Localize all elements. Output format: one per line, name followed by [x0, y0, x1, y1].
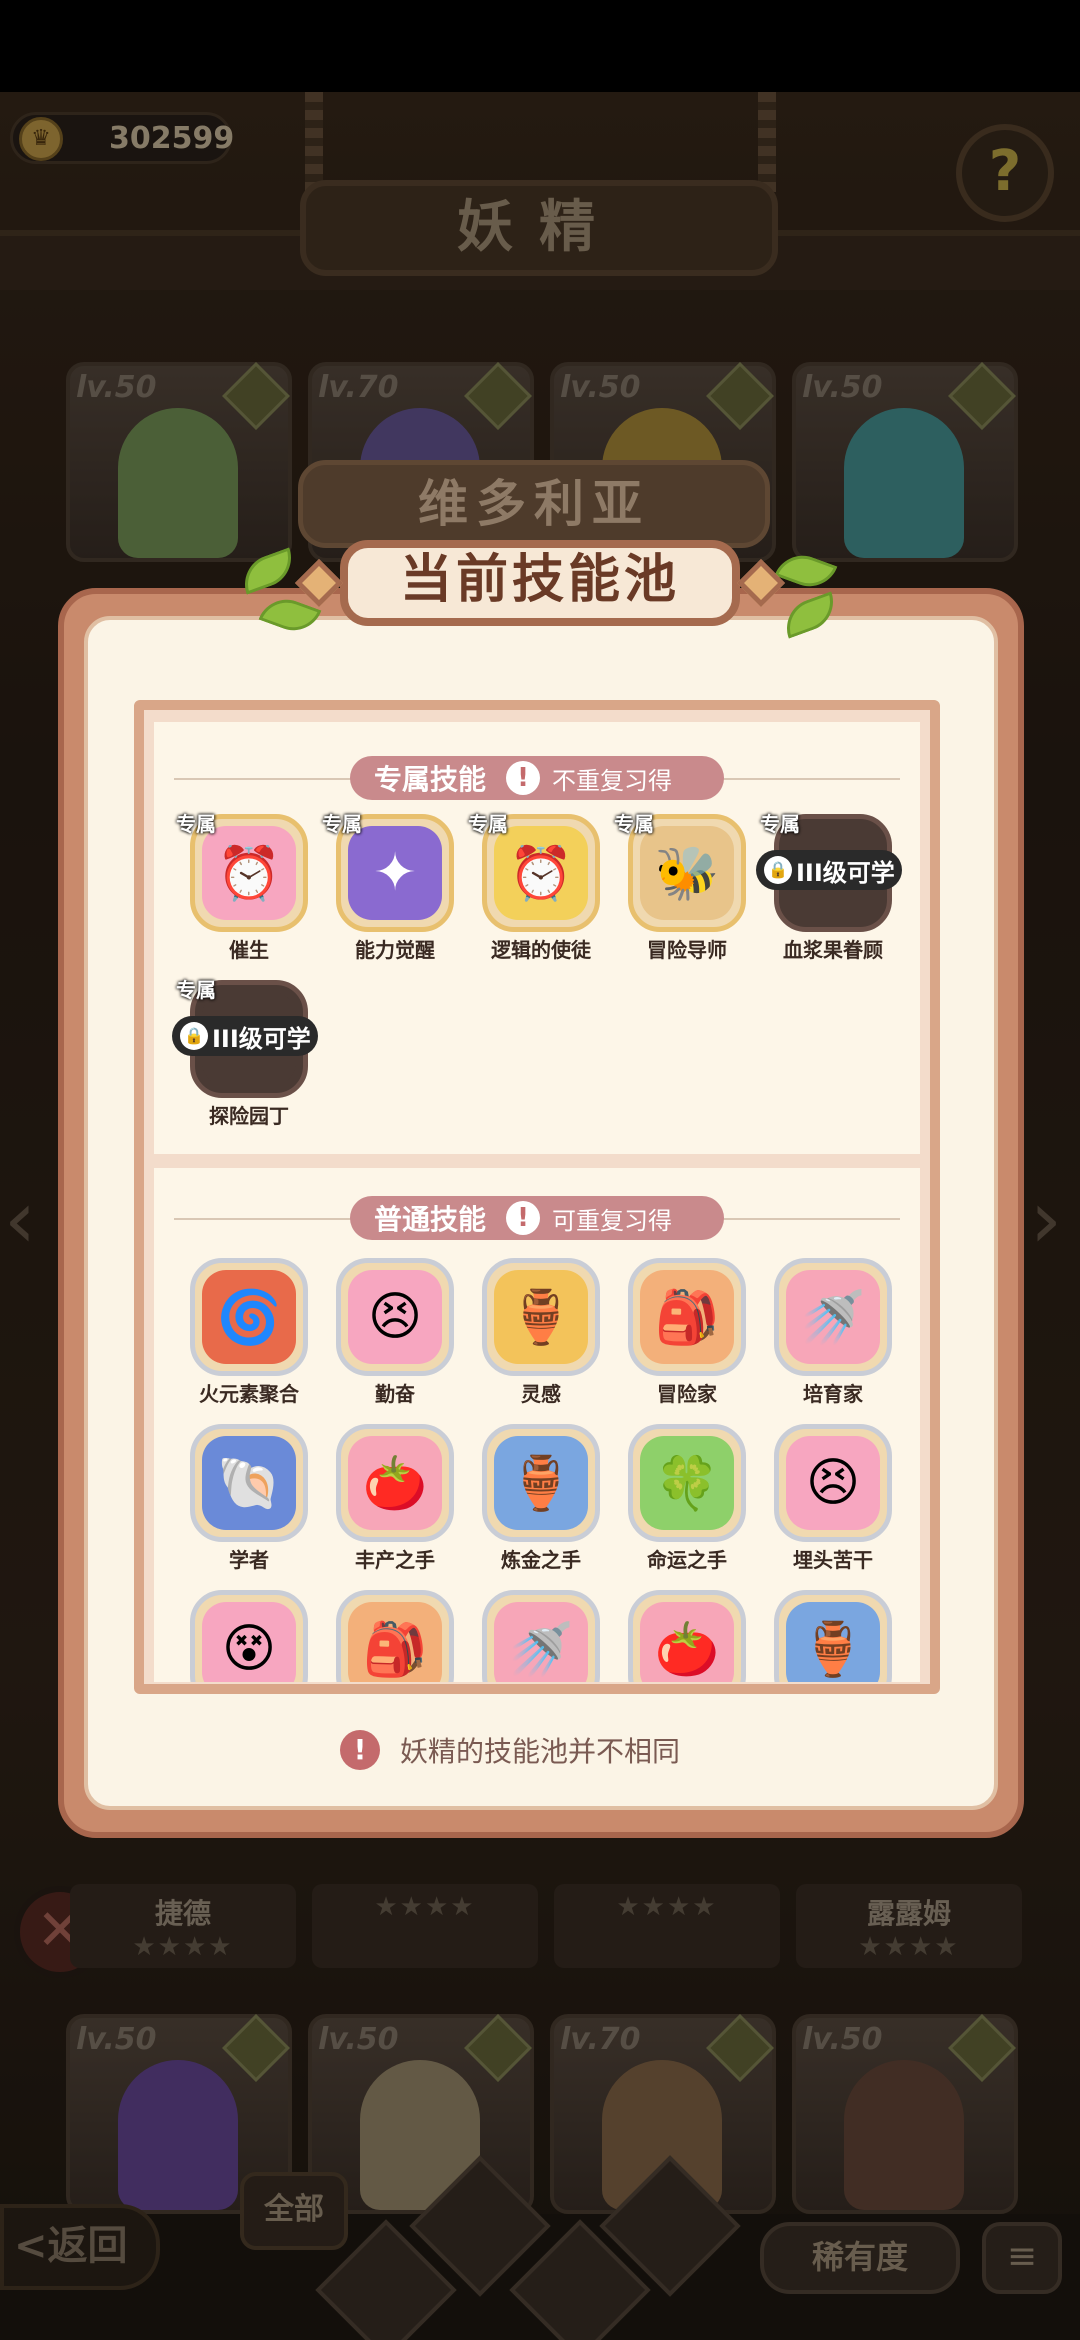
section-note: 不重复习得: [552, 766, 672, 795]
alchemy-pot-icon: 🏺: [774, 1590, 892, 1682]
divider: [174, 778, 354, 780]
skill-label: 探险园丁: [209, 1104, 289, 1128]
info-icon: !: [506, 1201, 540, 1235]
common-skills-section: 普通技能 ! 可重复习得 🌀 火元素聚合 😣 勤奋 🏺 灵感 🎒 冒险家 🚿 培…: [154, 1168, 920, 1682]
character-name-plate: 维多利亚: [298, 460, 770, 548]
hardworking-face-icon: 😣: [774, 1424, 892, 1542]
skill-label: 丰产之手: [355, 1548, 435, 1572]
skill-label: 灵感: [521, 1382, 561, 1406]
dialog-title: 当前技能池: [340, 540, 740, 626]
watering-can-icon: 🚿: [482, 1590, 600, 1682]
diligent-face-icon: 😣: [336, 1258, 454, 1376]
alchemy-pot-icon: 🏺: [482, 1424, 600, 1542]
skill-label: 血浆果眷顾: [783, 938, 883, 962]
exclusive-skills-header: 专属技能 ! 不重复习得: [350, 756, 724, 800]
skill-label: 炼金之手: [501, 1548, 581, 1572]
skill-item[interactable]: 😣 勤奋: [332, 1258, 458, 1407]
skill-label: 勤奋: [375, 1382, 415, 1406]
skill-label: 冒险导师: [647, 938, 727, 962]
skill-item[interactable]: 🍀 命运之手: [624, 1424, 750, 1573]
divider: [720, 778, 900, 780]
skill-scroll-area[interactable]: 专属技能 ! 不重复习得 ⏰ 专属 催生 ✦ 专属 能力觉醒 ⏰ 专属 逻辑的使…: [134, 700, 940, 1694]
skill-item[interactable]: 🏺 灵感: [478, 1258, 604, 1407]
watering-can-icon: 🚿: [774, 1258, 892, 1376]
exclusive-tag: 专属: [614, 812, 654, 836]
section-note: 可重复习得: [552, 1206, 672, 1235]
backpack-icon: 🎒: [628, 1258, 746, 1376]
lock-icon: 🔒: [180, 1022, 208, 1050]
skill-item[interactable]: 🍅 丰产之手: [332, 1424, 458, 1573]
skill-label: 培育家: [803, 1382, 863, 1406]
skill-item[interactable]: 🚿 培育家: [770, 1258, 896, 1407]
shell-icon: 🐚: [190, 1424, 308, 1542]
fire-swirl-icon: 🌀: [190, 1258, 308, 1376]
skill-label: 催生: [229, 938, 269, 962]
warning-icon: !: [340, 1730, 380, 1770]
skill-item[interactable]: 😣 埋头苦干: [770, 1424, 896, 1573]
info-icon: !: [506, 761, 540, 795]
skill-label: 埋头苦干: [793, 1548, 873, 1572]
clover-icon: 🍀: [628, 1424, 746, 1542]
skill-item[interactable]: 🏺 炼金之手: [478, 1424, 604, 1573]
skill-item[interactable]: 🎒: [332, 1590, 458, 1682]
exclusive-tag: 专属: [176, 812, 216, 836]
lock-badge: 🔒 III级可学: [756, 850, 902, 890]
lock-badge: 🔒 III级可学: [172, 1016, 318, 1056]
skill-item-locked[interactable]: 专属 🔒 III级可学 探险园丁: [172, 978, 318, 1129]
skill-item-locked[interactable]: 专属 🔒 III级可学 血浆果眷顾: [756, 812, 902, 963]
skill-item[interactable]: ⏰ 专属 逻辑的使徒: [468, 812, 604, 963]
exclusive-tag: 专属: [468, 812, 508, 836]
exclusive-tag: 专属: [760, 812, 800, 836]
skill-label: 逻辑的使徒: [491, 938, 591, 962]
common-skills-header: 普通技能 ! 可重复习得: [350, 1196, 724, 1240]
skill-pool-footer-note: ! 妖精的技能池并不相同: [340, 1728, 680, 1772]
skill-item[interactable]: 🎒 冒险家: [624, 1258, 750, 1407]
skill-item[interactable]: ⏰ 专属 催生: [176, 812, 312, 963]
skill-label: 学者: [229, 1548, 269, 1572]
skill-item[interactable]: 🚿: [478, 1590, 604, 1682]
exclusive-skills-section: 专属技能 ! 不重复习得 ⏰ 专属 催生 ✦ 专属 能力觉醒 ⏰ 专属 逻辑的使…: [154, 722, 920, 1154]
exclusive-tag: 专属: [322, 812, 362, 836]
tomato-icon: 🍅: [336, 1424, 454, 1542]
skill-item[interactable]: 🐚 学者: [186, 1424, 312, 1573]
skill-item[interactable]: 🌀 火元素聚合: [186, 1258, 312, 1407]
skill-label: 命运之手: [647, 1548, 727, 1572]
divider: [174, 1218, 354, 1220]
lock-text: III级可学: [796, 858, 895, 887]
backpack-icon: 🎒: [336, 1590, 454, 1682]
skill-item[interactable]: 🐝 专属 冒险导师: [614, 812, 750, 963]
section-title: 专属技能: [374, 763, 487, 796]
exclusive-tag: 专属: [176, 978, 216, 1002]
tomato-icon: 🍅: [628, 1590, 746, 1682]
footer-note-text: 妖精的技能池并不相同: [400, 1735, 681, 1768]
section-title: 普通技能: [374, 1203, 487, 1236]
skill-item[interactable]: 😵: [186, 1590, 312, 1682]
pot-icon: 🏺: [482, 1258, 600, 1376]
skill-item[interactable]: 🏺: [770, 1590, 896, 1682]
skill-item[interactable]: ✦ 专属 能力觉醒: [322, 812, 458, 963]
dizzy-face-icon: 😵: [190, 1590, 308, 1682]
skill-label: 冒险家: [657, 1382, 717, 1406]
skill-label: 能力觉醒: [355, 938, 435, 962]
skill-item[interactable]: 🍅: [624, 1590, 750, 1682]
lock-text: III级可学: [212, 1024, 311, 1053]
skill-label: 火元素聚合: [199, 1382, 299, 1406]
lock-icon: 🔒: [764, 856, 792, 884]
divider: [720, 1218, 900, 1220]
